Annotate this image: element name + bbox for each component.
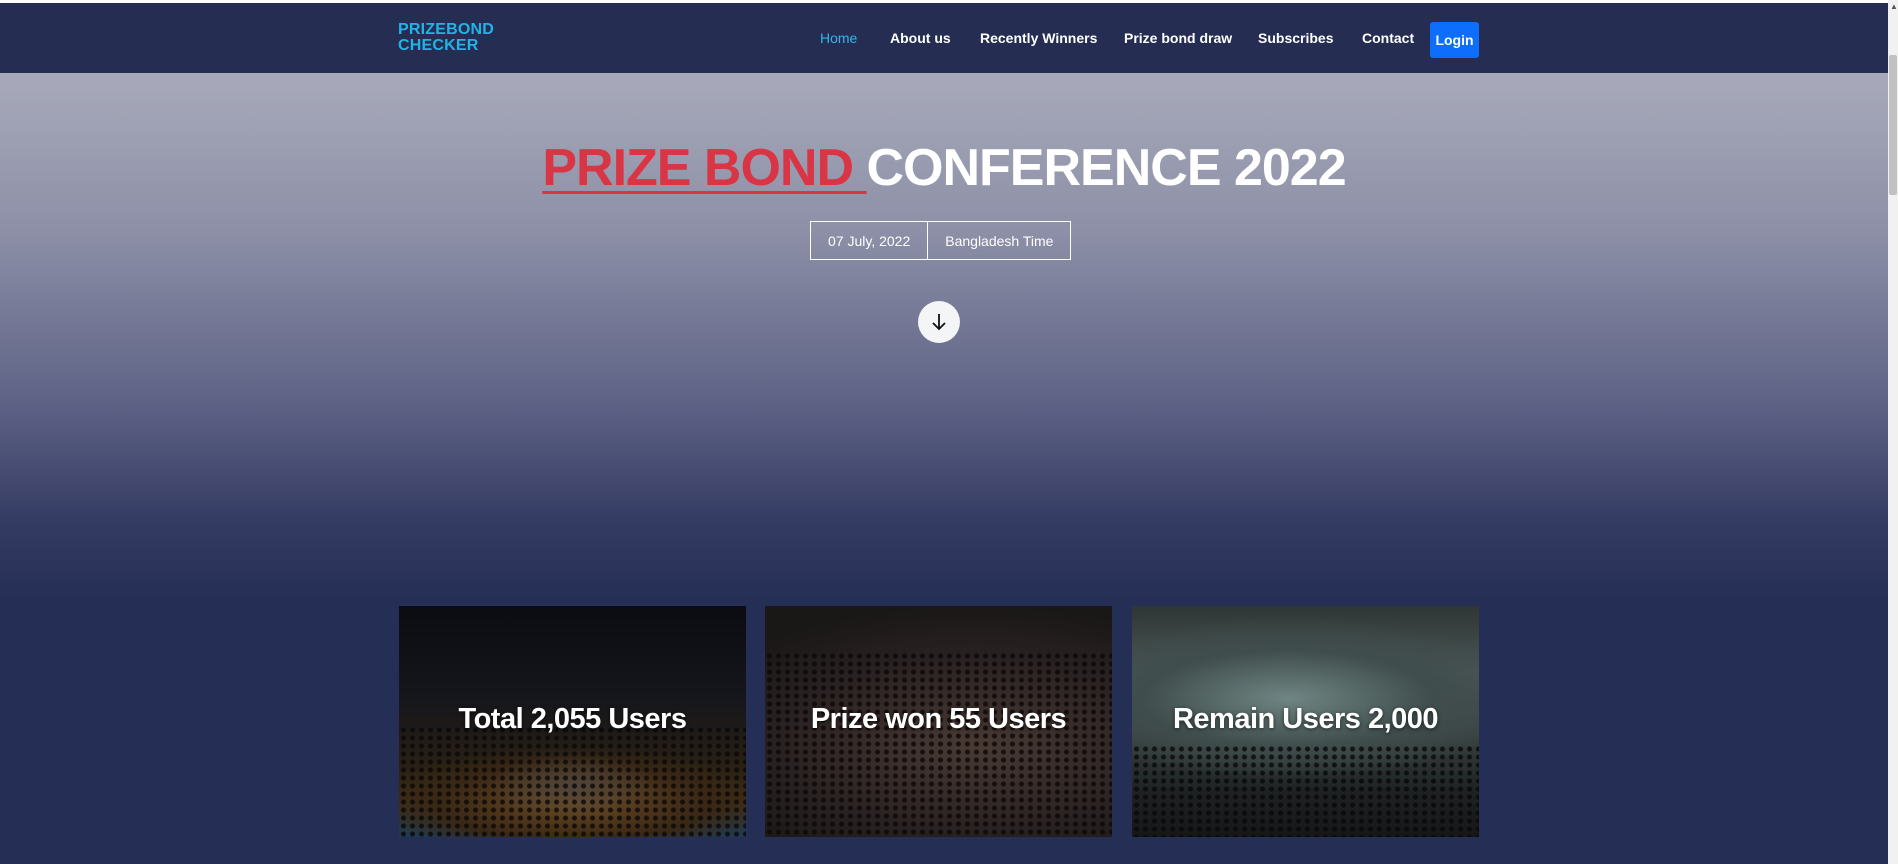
stat-card-label: Remain Users 2,000 — [1172, 703, 1439, 735]
hero-title-accent: PRIZE BOND — [542, 139, 867, 197]
stat-card-won: Prize won 55 Users — [765, 606, 1112, 837]
nav-subscribes[interactable]: Subscribes — [1258, 30, 1333, 46]
stat-card-total: Total 2,055 Users — [399, 606, 746, 837]
nav-contact[interactable]: Contact — [1362, 30, 1414, 46]
event-info-box: 07 July, 2022 Bangladesh Time — [810, 221, 1072, 260]
scroll-down-button[interactable] — [918, 301, 960, 343]
event-timezone: Bangladesh Time — [927, 222, 1070, 259]
stat-card-label: Prize won 55 Users — [810, 703, 1067, 735]
arrow-down-icon — [932, 314, 946, 331]
page: PRIZEBOND CHECKER Home About us Recently… — [0, 0, 1888, 864]
nav-recently-winners[interactable]: Recently Winners — [980, 30, 1097, 46]
stat-card-remain: Remain Users 2,000 — [1132, 606, 1479, 837]
event-date: 07 July, 2022 — [828, 232, 911, 249]
audience-texture — [765, 652, 1112, 837]
nav-prize-bond-draw[interactable]: Prize bond draw — [1124, 30, 1232, 46]
audience-texture — [399, 726, 746, 837]
navbar: PRIZEBOND CHECKER Home About us Recently… — [0, 3, 1888, 73]
scroll-up-icon[interactable]: ▲ — [1890, 3, 1898, 11]
nav-home[interactable]: Home — [820, 30, 857, 46]
login-button[interactable]: Login — [1430, 22, 1479, 58]
hero-title: PRIZE BOND CONFERENCE 2022 — [0, 138, 1888, 198]
scrollbar-thumb[interactable] — [1889, 55, 1897, 195]
stat-card-label: Total 2,055 Users — [458, 703, 687, 735]
nav-about-us[interactable]: About us — [890, 30, 951, 46]
audience-texture — [1132, 744, 1479, 837]
nav-links: Home About us Recently Winners Prize bon… — [0, 30, 1888, 50]
hero-title-rest: CONFERENCE 2022 — [866, 139, 1346, 197]
